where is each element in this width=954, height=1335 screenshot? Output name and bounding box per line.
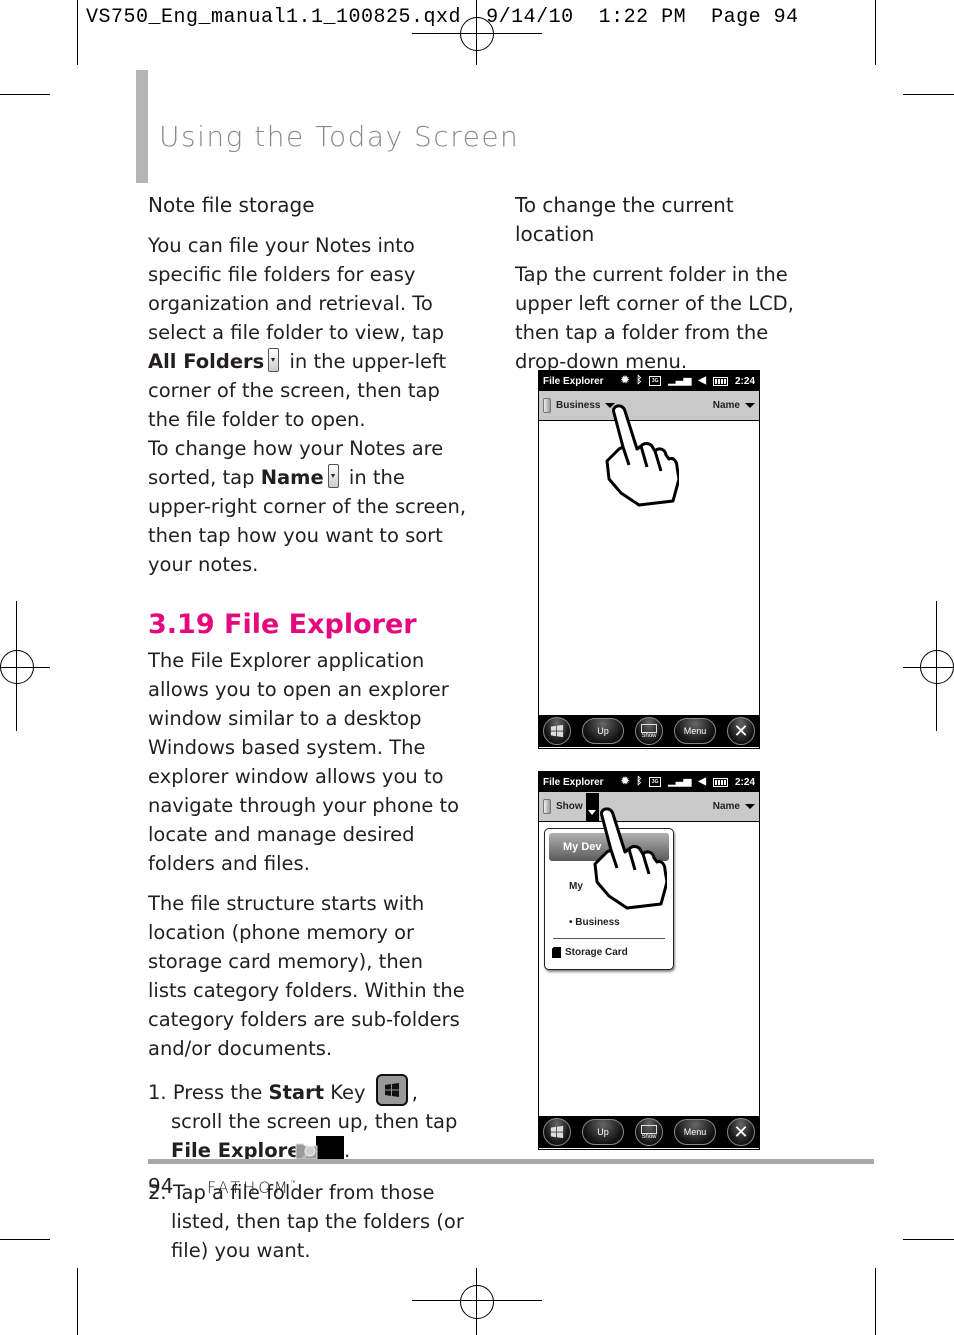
dropdown-item-business[interactable]: • Business [569,917,620,928]
keyboard-icon [641,1124,657,1134]
clock[interactable]: 2:24 [735,376,755,387]
up-button[interactable]: Up [582,1119,624,1145]
dropdown-arrow-icon [268,348,280,372]
close-icon[interactable]: ✕ [727,717,755,745]
left-column: Note file storage You can file your Note… [148,191,468,1278]
step-2: 2. Tap a file folder from those listed, … [148,1181,464,1262]
tapping-hand-icon [605,404,679,507]
dropdown-item-storage-card[interactable]: Storage Card [552,947,628,958]
windows-logo-icon [550,1125,564,1139]
bluetooth-icon[interactable]: ᛒ [636,376,642,386]
all-folders-label: All Folders [148,350,265,373]
soft-key-bar: Up Show Menu ✕ [539,1116,759,1148]
battery-icon[interactable] [712,777,728,787]
note-storage-heading: Note file storage [148,193,315,217]
up-button[interactable]: Up [582,718,624,744]
dropdown-divider [553,938,665,939]
menu-button[interactable]: Menu [674,1119,716,1145]
name-label: Name [260,466,324,489]
phone-screen-2: File Explorer ✹ ᛒ 3G ▁▃▅ ◀ 2:24 Show Nam… [538,771,760,1150]
sort-dropdown[interactable]: Name [713,400,755,411]
page-header-title: Using the Today Screen [159,120,520,153]
windows-start-button[interactable] [543,717,571,745]
network-3g-icon[interactable]: 3G [649,376,662,386]
storage-card-icon [552,947,561,958]
change-location-heading: To change the current location [515,193,734,246]
close-icon[interactable]: ✕ [727,1118,755,1146]
app-title: File Explorer [543,375,604,387]
notification-icon[interactable]: ✹ [621,777,629,787]
battery-icon[interactable] [712,376,728,386]
section-paragraph-2: The file structure starts with location … [148,892,465,1060]
current-folder[interactable]: Business [556,400,600,411]
step-1: 1. Press the Start Key , scroll the scre… [148,1074,468,1165]
file-list-area [539,404,759,715]
device-icon [543,799,551,814]
change-location-body: Tap the current folder in the upper left… [515,263,794,373]
file-list-area: My Dev My • Business Storage Card [539,807,759,1116]
device-icon [543,398,551,413]
menu-button[interactable]: Menu [674,718,716,744]
keyboard-icon [641,723,657,733]
app-title: File Explorer [543,776,604,788]
phone-screen-1: File Explorer ✹ ᛒ 3G ▁▃▅ ◀ 2:24 Business… [538,370,760,749]
header-accent-bar [136,70,148,183]
footer-rule [148,1159,874,1164]
section-paragraph-1: The File Explorer application allows you… [148,649,460,875]
signal-icon[interactable]: ▁▃▅ [668,777,691,787]
chevron-down-icon [745,403,755,408]
tapping-hand-icon [593,807,667,910]
network-3g-icon[interactable]: 3G [649,777,662,787]
chevron-down-icon [745,804,755,809]
windows-start-button[interactable] [543,1118,571,1146]
note-storage-paragraph-1: You can file your Notes into specific fi… [148,234,447,431]
windows-start-key-icon [375,1074,408,1106]
bluetooth-icon[interactable]: ᛒ [636,777,642,787]
brand-logo: FATHOM™ [207,1178,296,1197]
status-icons: ✹ ᛒ 3G ▁▃▅ ◀ 2:24 [621,777,755,788]
current-folder[interactable]: Show [556,801,583,812]
notification-icon[interactable]: ✹ [621,376,629,386]
keyboard-show-button[interactable]: Show [635,717,663,745]
print-slug: VS750_Eng_manual1.1_100825.qxd 9/14/10 1… [86,6,799,29]
right-column: To change the current location Tap the c… [515,191,805,376]
phone-title-bar: File Explorer ✹ ᛒ 3G ▁▃▅ ◀ 2:24 [539,772,759,792]
volume-icon[interactable]: ◀ [698,777,706,787]
dropdown-item-my[interactable]: My [569,881,583,892]
phone-title-bar: File Explorer ✹ ᛒ 3G ▁▃▅ ◀ 2:24 [539,371,759,391]
page-number: 94 [148,1174,174,1198]
dropdown-arrow-icon [327,464,339,488]
steps-list: 1. Press the Start Key , scroll the scre… [148,1074,468,1265]
status-icons: ✹ ᛒ 3G ▁▃▅ ◀ 2:24 [621,376,755,387]
sort-dropdown[interactable]: Name [713,801,755,812]
note-storage-paragraph-2: To change how your Notes are sorted, tap… [148,437,467,576]
keyboard-show-button[interactable]: Show [635,1118,663,1146]
windows-logo-icon [550,724,564,738]
clock[interactable]: 2:24 [735,777,755,788]
section-title: 3.19 File Explorer [148,609,417,640]
soft-key-bar: Up Show Menu ✕ [539,715,759,747]
signal-icon[interactable]: ▁▃▅ [668,376,691,386]
volume-icon[interactable]: ◀ [698,376,706,386]
